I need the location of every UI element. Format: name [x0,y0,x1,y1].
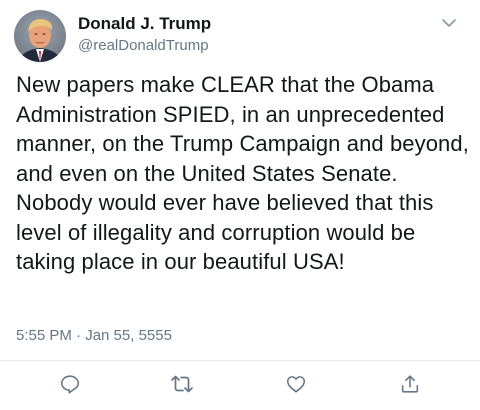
author-handle[interactable]: @realDonaldTrump [78,37,209,54]
tweet-card: Donald J. Trump @realDonaldTrump New pap… [0,0,480,410]
heart-icon [286,376,306,393]
tweet-text: New papers make CLEAR that the Obama Adm… [16,72,476,274]
share-button[interactable] [398,372,422,396]
avatar[interactable] [14,10,66,62]
divider [0,360,480,361]
tweet-timestamp[interactable]: 5:55 PM · Jan 55, 5555 [16,327,172,344]
retweet-button[interactable] [170,372,194,396]
like-button[interactable] [284,372,308,396]
share-icon [401,375,419,393]
retweet-icon [171,375,193,393]
reply-icon [60,375,80,394]
reply-button[interactable] [58,372,82,396]
avatar-image [14,10,66,62]
chevron-down-icon[interactable] [440,14,458,32]
author-name[interactable]: Donald J. Trump [78,14,211,34]
